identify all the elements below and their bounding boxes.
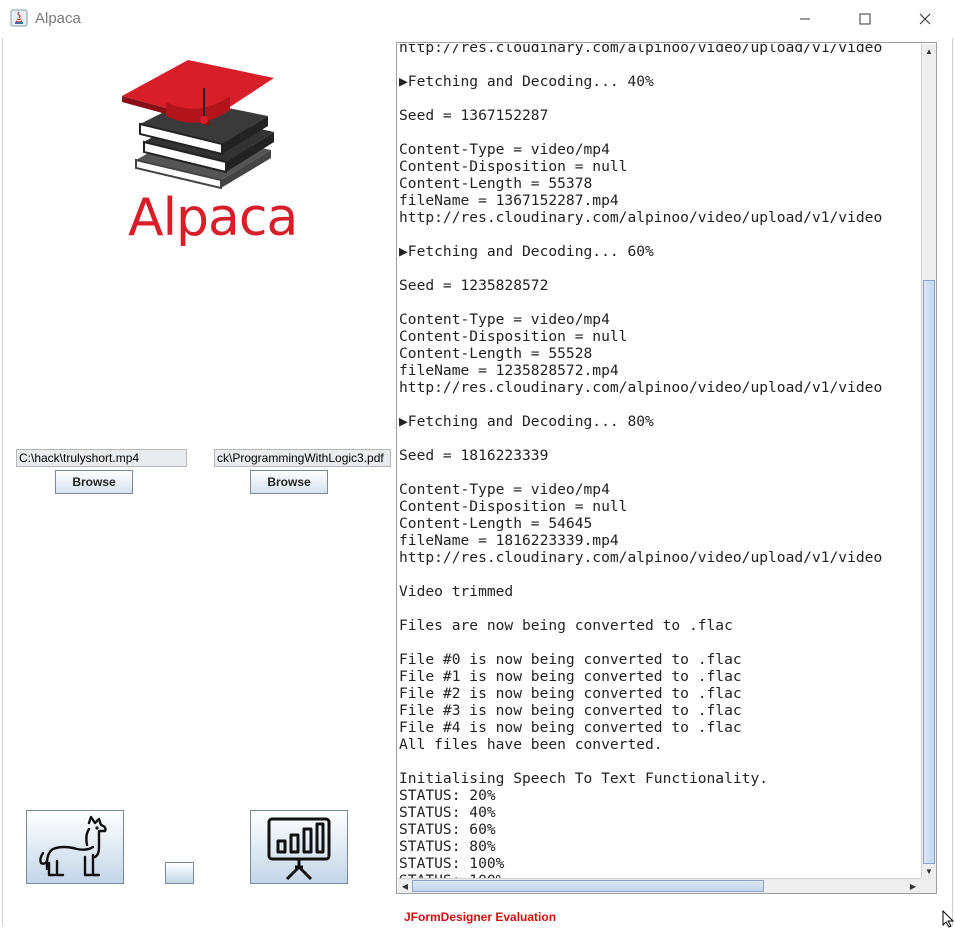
java-app-icon	[10, 9, 28, 27]
log-viewport[interactable]: http://res.cloudinary.com/alpinoo/video/…	[398, 44, 921, 878]
vertical-scroll-thumb[interactable]	[923, 280, 935, 864]
log-output-panel[interactable]: http://res.cloudinary.com/alpinoo/video/…	[396, 42, 937, 894]
video-path-field[interactable]: C:\hack\trulyshort.mp4	[16, 449, 187, 467]
small-action-button[interactable]	[165, 862, 194, 884]
maximize-icon	[859, 13, 871, 25]
window-title: Alpaca	[35, 10, 81, 27]
scrollbar-corner	[921, 878, 936, 893]
browse-pdf-button[interactable]: Browse	[250, 470, 328, 494]
alpaca-logo: Alpaca	[118, 60, 298, 255]
browse-video-button[interactable]: Browse	[55, 470, 133, 494]
title-bar[interactable]: Alpaca	[0, 0, 955, 38]
close-button[interactable]	[902, 0, 948, 38]
presentation-button[interactable]	[250, 810, 348, 884]
pdf-path-field[interactable]: ck\ProgrammingWithLogic3.pdf	[214, 449, 391, 467]
graduation-cap-books-icon	[122, 60, 274, 190]
vertical-scrollbar[interactable]: ▲ ▼	[921, 44, 936, 878]
scroll-right-arrow-icon[interactable]: ▶	[906, 879, 920, 893]
logo-text: Alpaca	[128, 188, 298, 248]
scroll-down-arrow-icon[interactable]: ▼	[922, 864, 936, 878]
minimize-button[interactable]	[782, 0, 828, 38]
scroll-up-arrow-icon[interactable]: ▲	[922, 44, 936, 58]
horizontal-scrollbar[interactable]: ◀ ▶	[398, 878, 921, 893]
llama-icon	[39, 815, 107, 877]
close-icon	[919, 13, 931, 25]
evaluation-label: JFormDesigner Evaluation	[404, 910, 557, 924]
presentation-chart-icon	[267, 817, 331, 881]
mouse-cursor-icon	[942, 910, 955, 928]
llama-button[interactable]	[26, 810, 124, 884]
maximize-button[interactable]	[842, 0, 888, 38]
horizontal-scroll-thumb[interactable]	[412, 880, 764, 892]
scroll-left-arrow-icon[interactable]: ◀	[398, 879, 412, 893]
log-text[interactable]: http://res.cloudinary.com/alpinoo/video/…	[399, 44, 882, 878]
minimize-icon	[800, 18, 810, 20]
